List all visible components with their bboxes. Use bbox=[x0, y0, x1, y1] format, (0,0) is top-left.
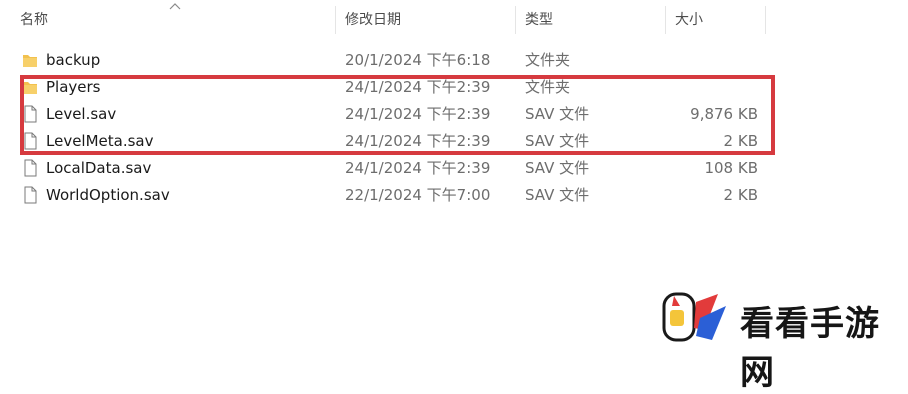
file-type: 文件夹 bbox=[525, 51, 571, 69]
file-icon bbox=[24, 105, 37, 123]
watermark-text: 看看手游网 bbox=[740, 304, 880, 393]
file-type: SAV 文件 bbox=[525, 186, 590, 204]
kankan-logo-icon bbox=[662, 292, 726, 342]
file-row-localdata-sav[interactable]: LocalData.sav 24/1/2024 下午2:39 SAV 文件 10… bbox=[0, 155, 908, 181]
column-header-size[interactable]: 大小 bbox=[666, 0, 766, 40]
file-modified: 20/1/2024 下午6:18 bbox=[345, 51, 491, 69]
column-header-modified-label: 修改日期 bbox=[345, 12, 401, 28]
folder-icon bbox=[23, 82, 37, 94]
file-type: SAV 文件 bbox=[525, 159, 590, 177]
column-header-type[interactable]: 类型 bbox=[516, 0, 666, 40]
column-divider[interactable] bbox=[765, 6, 766, 34]
file-modified: 24/1/2024 下午2:39 bbox=[345, 159, 491, 177]
file-row-level-sav[interactable]: Level.sav 24/1/2024 下午2:39 SAV 文件 9,876 … bbox=[0, 101, 908, 127]
column-header-name-label: 名称 bbox=[20, 12, 48, 28]
column-header-name[interactable]: 名称 bbox=[0, 0, 336, 40]
file-modified: 22/1/2024 下午7:00 bbox=[345, 186, 491, 204]
file-name: Level.sav bbox=[46, 105, 117, 123]
file-name: backup bbox=[46, 51, 101, 69]
sort-ascending-chevron-icon bbox=[169, 3, 181, 10]
file-icon bbox=[24, 132, 37, 150]
file-name: LocalData.sav bbox=[46, 159, 152, 177]
file-type: 文件夹 bbox=[525, 78, 571, 96]
column-header-type-label: 类型 bbox=[525, 12, 553, 28]
file-size: 108 KB bbox=[704, 159, 758, 177]
file-row-backup[interactable]: backup 20/1/2024 下午6:18 文件夹 bbox=[0, 47, 908, 73]
file-name: WorldOption.sav bbox=[46, 186, 170, 204]
file-size: 2 KB bbox=[723, 186, 758, 204]
file-modified: 24/1/2024 下午2:39 bbox=[345, 78, 491, 96]
watermark: 看看手游网 bbox=[660, 288, 904, 393]
column-header: 名称 修改日期 类型 大小 bbox=[0, 0, 908, 40]
file-row-levelmeta-sav[interactable]: LevelMeta.sav 24/1/2024 下午2:39 SAV 文件 2 … bbox=[0, 128, 908, 154]
file-size bbox=[660, 47, 758, 73]
file-type: SAV 文件 bbox=[525, 132, 590, 150]
folder-icon bbox=[23, 55, 37, 67]
column-header-modified[interactable]: 修改日期 bbox=[336, 0, 516, 40]
file-row-players[interactable]: Players 24/1/2024 下午2:39 文件夹 bbox=[0, 74, 908, 100]
column-header-size-label: 大小 bbox=[675, 12, 703, 28]
file-icon bbox=[24, 186, 37, 204]
file-row-worldoption-sav[interactable]: WorldOption.sav 22/1/2024 下午7:00 SAV 文件 … bbox=[0, 182, 908, 208]
file-icon bbox=[24, 159, 37, 177]
file-size: 9,876 KB bbox=[690, 105, 758, 123]
file-size bbox=[660, 74, 758, 100]
file-name: LevelMeta.sav bbox=[46, 132, 154, 150]
file-type: SAV 文件 bbox=[525, 105, 590, 123]
file-size: 2 KB bbox=[723, 132, 758, 150]
file-modified: 24/1/2024 下午2:39 bbox=[345, 132, 491, 150]
file-name: Players bbox=[46, 78, 101, 96]
file-modified: 24/1/2024 下午2:39 bbox=[345, 105, 491, 123]
